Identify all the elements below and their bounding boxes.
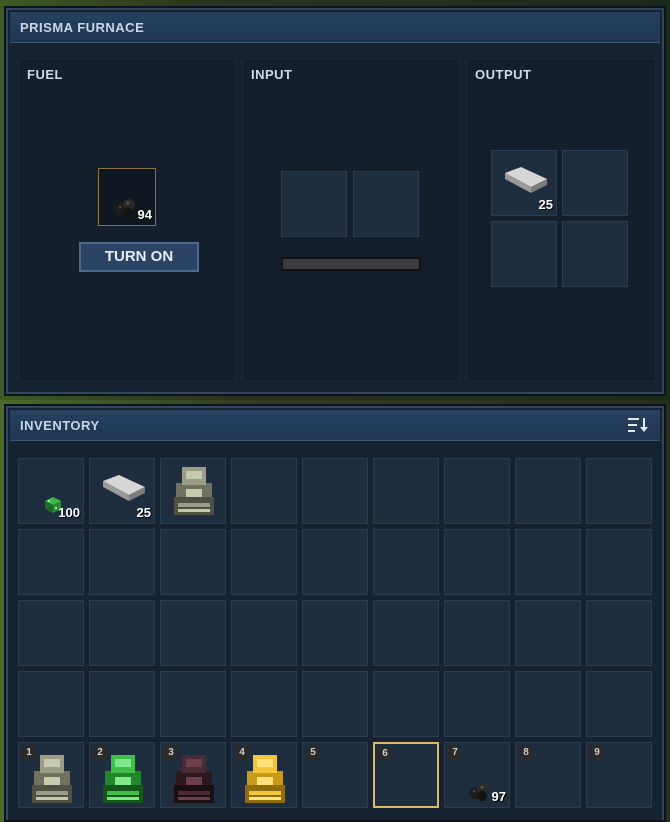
inventory-slot[interactable]: [231, 529, 297, 595]
inventory-slot[interactable]: [586, 600, 652, 666]
inventory-slot[interactable]: [444, 600, 510, 666]
inventory-slot[interactable]: [89, 600, 155, 666]
hotbar-number: 8: [519, 746, 533, 759]
inventory-slot[interactable]: [302, 529, 368, 595]
inventory-slot[interactable]: [515, 458, 581, 524]
inventory-slot[interactable]: [373, 600, 439, 666]
stone-furnace-icon: [30, 751, 74, 810]
hotbar-slot-1[interactable]: 1: [18, 742, 84, 808]
inventory-slot[interactable]: [373, 458, 439, 524]
inventory-slot[interactable]: [18, 529, 84, 595]
coal-icon: [115, 199, 135, 217]
hotbar-slot-2[interactable]: 2: [89, 742, 155, 808]
gold-furnace-icon: [243, 751, 287, 810]
input-label: INPUT: [251, 67, 293, 82]
inventory-slot[interactable]: [231, 671, 297, 737]
item-count: 25: [136, 505, 151, 520]
coal-icon: [467, 779, 493, 808]
hotbar-number: 5: [306, 746, 320, 759]
inventory-slot[interactable]: [373, 671, 439, 737]
input-slot-2[interactable]: [353, 171, 419, 237]
output-count: 25: [538, 197, 553, 212]
inventory-panel: INVENTORY 100 25 1 2 3 4 5 6 7 97 8 9: [6, 406, 664, 820]
output-slot-1[interactable]: 25: [491, 150, 557, 216]
hotbar-number: 7: [448, 746, 462, 759]
fuel-slot[interactable]: 94: [98, 168, 156, 226]
output-slot-2[interactable]: [562, 150, 628, 216]
hotbar-slot-6[interactable]: 6: [373, 742, 439, 808]
fuel-label: FUEL: [27, 67, 63, 82]
inventory-slot[interactable]: [586, 529, 652, 595]
inventory-header: INVENTORY: [10, 410, 660, 441]
output-label: OUTPUT: [475, 67, 532, 82]
inventory-slot[interactable]: [302, 600, 368, 666]
inventory-slot[interactable]: [444, 671, 510, 737]
hotbar-slot-7[interactable]: 7 97: [444, 742, 510, 808]
inventory-slot[interactable]: [444, 458, 510, 524]
inventory-slot[interactable]: [231, 600, 297, 666]
inventory-slot[interactable]: 100: [18, 458, 84, 524]
green-furnace-icon: [101, 751, 145, 810]
hotbar-number: 9: [590, 746, 604, 759]
hotbar-slot-8[interactable]: 8: [515, 742, 581, 808]
inventory-slot[interactable]: [231, 458, 297, 524]
sort-icon[interactable]: [628, 417, 650, 433]
inventory-slot[interactable]: [302, 671, 368, 737]
inventory-slot[interactable]: [18, 671, 84, 737]
inventory-slot[interactable]: 25: [89, 458, 155, 524]
hotbar-slot-9[interactable]: 9: [586, 742, 652, 808]
hotbar-slot-3[interactable]: 3: [160, 742, 226, 808]
inventory-title: INVENTORY: [20, 418, 100, 433]
turn-on-button[interactable]: TURN ON: [79, 242, 199, 272]
item-count: 100: [58, 505, 80, 520]
dark-furnace-icon: [172, 751, 216, 810]
stone-furnace-icon: [172, 463, 216, 522]
iron-bar-icon: [505, 167, 547, 193]
furnace-title: PRISMA FURNACE: [20, 20, 145, 35]
inventory-slot[interactable]: [160, 458, 226, 524]
furnace-panel: PRISMA FURNACE FUEL 94 TURN ON INPUT OUT…: [6, 8, 664, 394]
inventory-slot[interactable]: [515, 529, 581, 595]
fuel-count: 94: [137, 207, 152, 222]
hotbar-slot-4[interactable]: 4: [231, 742, 297, 808]
inventory-slot[interactable]: [18, 600, 84, 666]
input-section: INPUT: [242, 58, 460, 382]
output-slot-3[interactable]: [491, 221, 557, 287]
inventory-slot[interactable]: [515, 600, 581, 666]
item-count: 97: [491, 789, 506, 804]
hotbar-slot-5[interactable]: 5: [302, 742, 368, 808]
inventory-slot[interactable]: [373, 529, 439, 595]
inventory-slot[interactable]: [160, 529, 226, 595]
furnace-header: PRISMA FURNACE: [10, 12, 660, 43]
inventory-slot[interactable]: [160, 671, 226, 737]
inventory-slot[interactable]: [89, 529, 155, 595]
output-slot-4[interactable]: [562, 221, 628, 287]
inventory-slot[interactable]: [444, 529, 510, 595]
smelt-progress-bar: [281, 257, 421, 271]
hotbar-number: 6: [378, 747, 392, 760]
fuel-section: FUEL 94 TURN ON: [18, 58, 236, 382]
inventory-slot[interactable]: [586, 458, 652, 524]
input-slot-1[interactable]: [281, 171, 347, 237]
inventory-slot[interactable]: [302, 458, 368, 524]
inventory-slot[interactable]: [160, 600, 226, 666]
output-section: OUTPUT 25: [466, 58, 656, 382]
inventory-slot[interactable]: [89, 671, 155, 737]
inventory-slot[interactable]: [586, 671, 652, 737]
inventory-slot[interactable]: [515, 671, 581, 737]
